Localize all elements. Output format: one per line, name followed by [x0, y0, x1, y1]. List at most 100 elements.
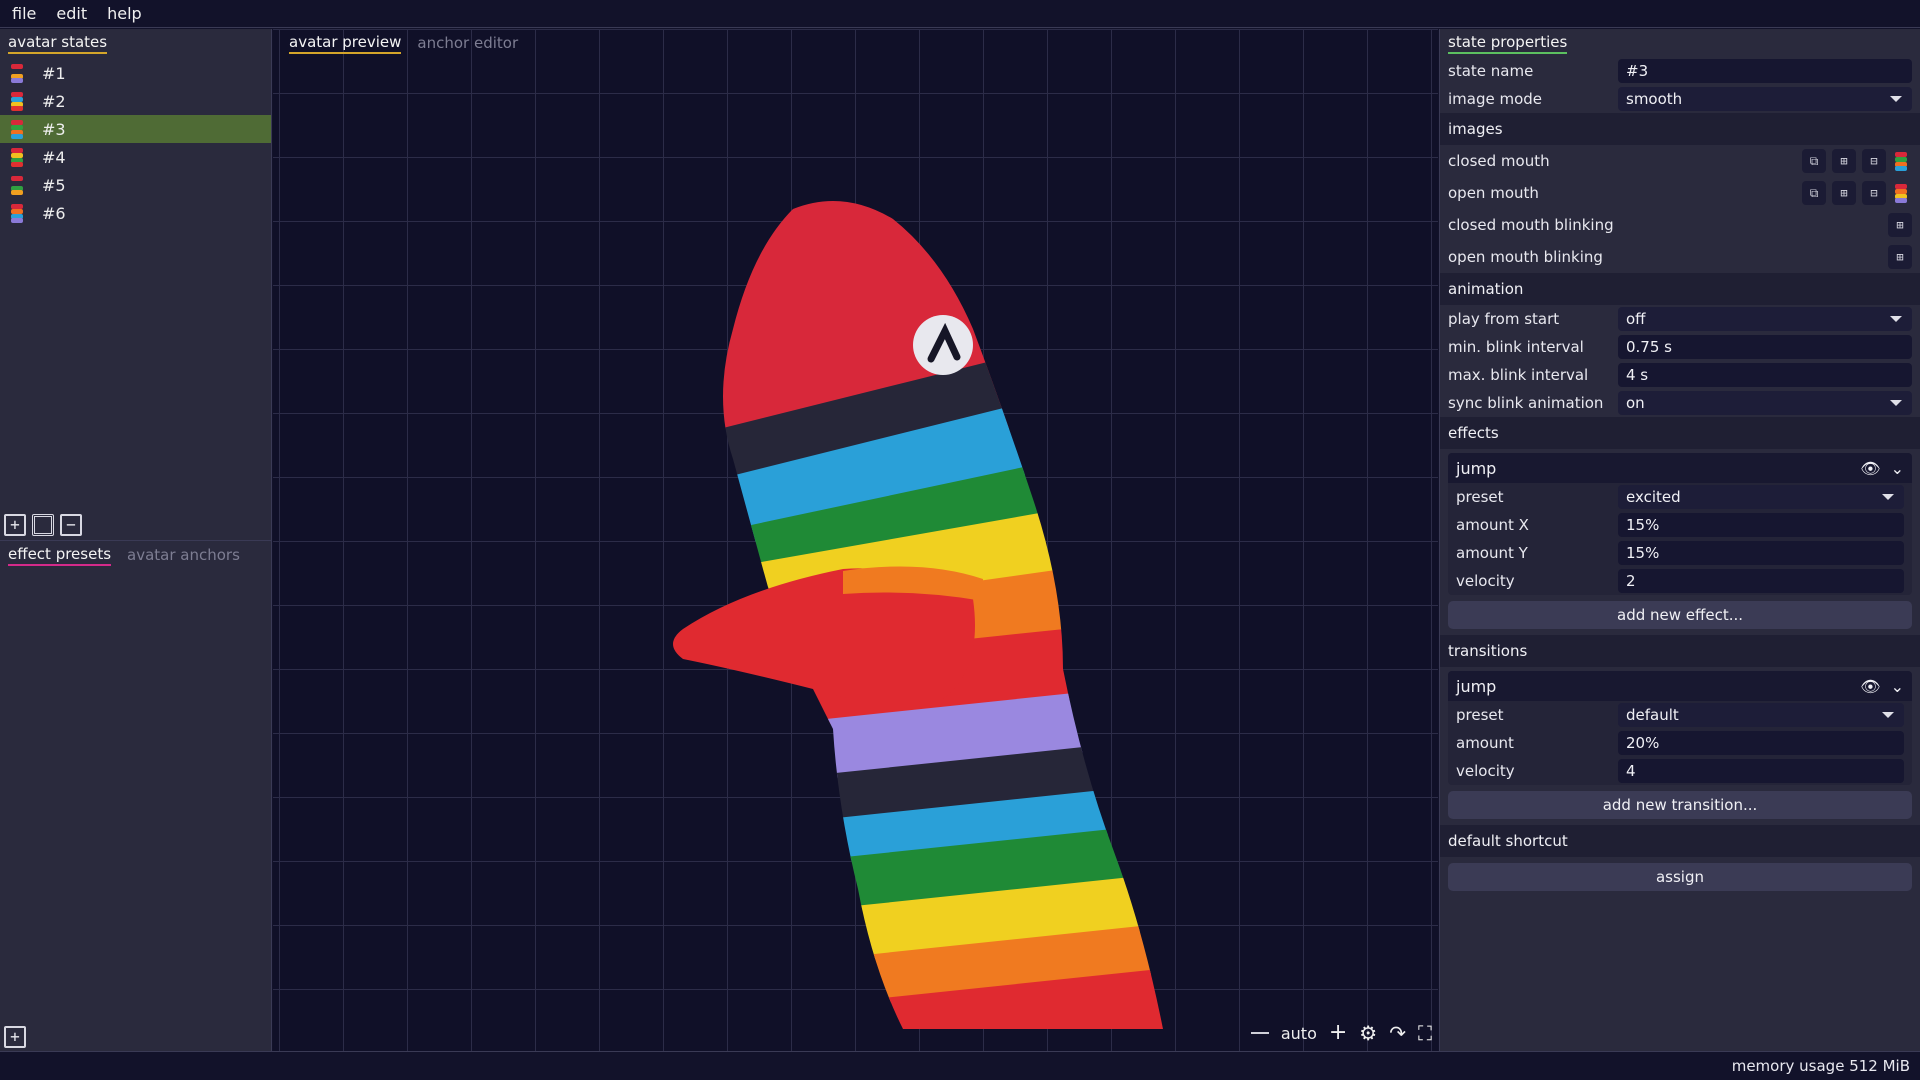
- state-label: #2: [42, 91, 66, 111]
- fullscreen-icon[interactable]: ⛶: [1418, 1021, 1432, 1045]
- tab-anchor-editor[interactable]: anchor editor: [417, 34, 518, 52]
- sock-thumbnail-icon: [8, 90, 28, 112]
- tab-avatar-preview[interactable]: avatar preview: [289, 33, 402, 54]
- sock-puppet-avatar: [673, 201, 1163, 1029]
- transition-velocity-label: velocity: [1456, 762, 1515, 780]
- tab-avatar-states[interactable]: avatar states: [8, 33, 108, 54]
- menu-help[interactable]: help: [101, 4, 156, 23]
- zoom-level[interactable]: auto: [1281, 1024, 1317, 1043]
- state-name-input[interactable]: #3: [1618, 59, 1912, 83]
- eye-icon[interactable]: 👁: [1860, 459, 1880, 478]
- state-item-2[interactable]: #2: [0, 87, 271, 115]
- avatar-preview-canvas[interactable]: avatar preview anchor editor auto + ⚙ ↷ …: [273, 29, 1438, 1051]
- remove-icon[interactable]: ⊟: [1862, 181, 1886, 205]
- sync-blink-label: sync blink animation: [1448, 394, 1604, 412]
- zoom-out-button[interactable]: [1250, 1032, 1269, 1034]
- state-list: #1 #2 #3 #4 #5 #6: [0, 59, 271, 227]
- play-from-start-label: play from start: [1448, 310, 1560, 328]
- image-mode-row: image mode smooth: [1440, 85, 1920, 113]
- transition-amount-input[interactable]: 20%: [1618, 731, 1904, 755]
- right-panel: state properties state name #3 image mod…: [1439, 29, 1920, 1051]
- assign-shortcut-button[interactable]: assign: [1448, 863, 1912, 891]
- add-preset-button[interactable]: +: [4, 1026, 26, 1048]
- chevron-down-icon[interactable]: ⌄: [1891, 677, 1904, 696]
- state-properties-tabbar: state properties: [1440, 29, 1920, 57]
- closed-mouth-label: closed mouth: [1448, 152, 1550, 170]
- effect-velocity-input[interactable]: 2: [1618, 569, 1904, 593]
- closed-mouth-row: closed mouth ⧉ ⊞ ⊟: [1440, 145, 1920, 177]
- sock-thumbnail-icon: [8, 118, 28, 140]
- sync-blink-row: sync blink animation on: [1440, 389, 1920, 417]
- chevron-down-icon: [1890, 400, 1902, 406]
- sock-thumbnail-icon: [8, 174, 28, 196]
- state-item-3[interactable]: #3: [0, 115, 271, 143]
- transition-preset-row: preset default: [1448, 701, 1912, 729]
- amount-x-row: amount X 15%: [1448, 511, 1912, 539]
- sync-blink-dropdown[interactable]: on: [1618, 391, 1912, 415]
- transition-velocity-input[interactable]: 4: [1618, 759, 1904, 783]
- add-icon[interactable]: ⊞: [1888, 245, 1912, 269]
- center-tabbar: avatar preview anchor editor: [281, 29, 518, 57]
- menu-file[interactable]: file: [6, 4, 50, 23]
- menu-bar: file edit help: [0, 0, 1920, 28]
- effect-header[interactable]: jump 👁 ⌄: [1448, 453, 1912, 483]
- image-mode-label: image mode: [1448, 90, 1543, 108]
- amount-x-input[interactable]: 15%: [1618, 513, 1904, 537]
- menu-edit[interactable]: edit: [50, 4, 101, 23]
- state-label: #1: [42, 63, 66, 83]
- closed-mouth-actions: ⧉ ⊞ ⊟: [1802, 149, 1912, 173]
- amount-y-input[interactable]: 15%: [1618, 541, 1904, 565]
- add-icon[interactable]: ⊞: [1888, 213, 1912, 237]
- min-blink-input[interactable]: 0.75 s: [1618, 335, 1912, 359]
- copy-icon[interactable]: ⧉: [1802, 149, 1826, 173]
- tab-avatar-anchors[interactable]: avatar anchors: [127, 546, 240, 564]
- transition-card: jump 👁 ⌄ preset default amount 20% veloc…: [1448, 671, 1912, 785]
- avatar-states-tabbar: avatar states: [0, 29, 271, 57]
- state-item-1[interactable]: #1: [0, 59, 271, 87]
- shortcut-section-header: default shortcut: [1440, 825, 1920, 857]
- zoom-in-button[interactable]: +: [1329, 1022, 1347, 1044]
- copy-icon[interactable]: ⧉: [1802, 181, 1826, 205]
- open-mouth-row: open mouth ⧉ ⊞ ⊟: [1440, 177, 1920, 209]
- add-effect-button[interactable]: add new effect...: [1448, 601, 1912, 629]
- transitions-section-header: transitions: [1440, 635, 1920, 667]
- amount-y-label: amount Y: [1456, 544, 1528, 562]
- max-blink-input[interactable]: 4 s: [1618, 363, 1912, 387]
- remove-state-button[interactable]: −: [60, 514, 82, 536]
- images-section-header: images: [1440, 113, 1920, 145]
- remove-icon[interactable]: ⊟: [1862, 149, 1886, 173]
- status-bar: memory usage 512 MiB: [0, 1051, 1920, 1080]
- effect-name: jump: [1456, 458, 1497, 478]
- play-from-start-value: off: [1626, 310, 1646, 328]
- tab-state-properties[interactable]: state properties: [1448, 33, 1568, 54]
- duplicate-state-button[interactable]: ​: [32, 514, 54, 536]
- eye-icon[interactable]: 👁: [1860, 677, 1880, 696]
- effect-preset-label: preset: [1456, 488, 1504, 506]
- open-mouth-actions: ⧉ ⊞ ⊟: [1802, 181, 1912, 205]
- transition-name: jump: [1456, 676, 1497, 696]
- gear-icon[interactable]: ⚙: [1359, 1021, 1377, 1045]
- min-blink-row: min. blink interval 0.75 s: [1440, 333, 1920, 361]
- state-label: #4: [42, 147, 66, 167]
- share-icon[interactable]: ↷: [1389, 1021, 1406, 1045]
- image-mode-dropdown[interactable]: smooth: [1618, 87, 1912, 111]
- effect-preset-dropdown[interactable]: excited: [1618, 485, 1904, 509]
- state-item-6[interactable]: #6: [0, 199, 271, 227]
- state-item-5[interactable]: #5: [0, 171, 271, 199]
- add-icon[interactable]: ⊞: [1832, 149, 1856, 173]
- chevron-down-icon[interactable]: ⌄: [1891, 459, 1904, 478]
- play-from-start-dropdown[interactable]: off: [1618, 307, 1912, 331]
- add-state-button[interactable]: +: [4, 514, 26, 536]
- state-item-4[interactable]: #4: [0, 143, 271, 171]
- min-blink-label: min. blink interval: [1448, 338, 1584, 356]
- open-mouth-blinking-label: open mouth blinking: [1448, 248, 1603, 266]
- sock-thumbnail-icon: [8, 202, 28, 224]
- state-label: #3: [42, 119, 66, 139]
- add-transition-button[interactable]: add new transition...: [1448, 791, 1912, 819]
- add-icon[interactable]: ⊞: [1832, 181, 1856, 205]
- effect-preset-value: excited: [1626, 488, 1681, 506]
- transition-preset-dropdown[interactable]: default: [1618, 703, 1904, 727]
- tab-effect-presets[interactable]: effect presets: [8, 545, 112, 566]
- state-label: #6: [42, 203, 66, 223]
- transition-header[interactable]: jump 👁 ⌄: [1448, 671, 1912, 701]
